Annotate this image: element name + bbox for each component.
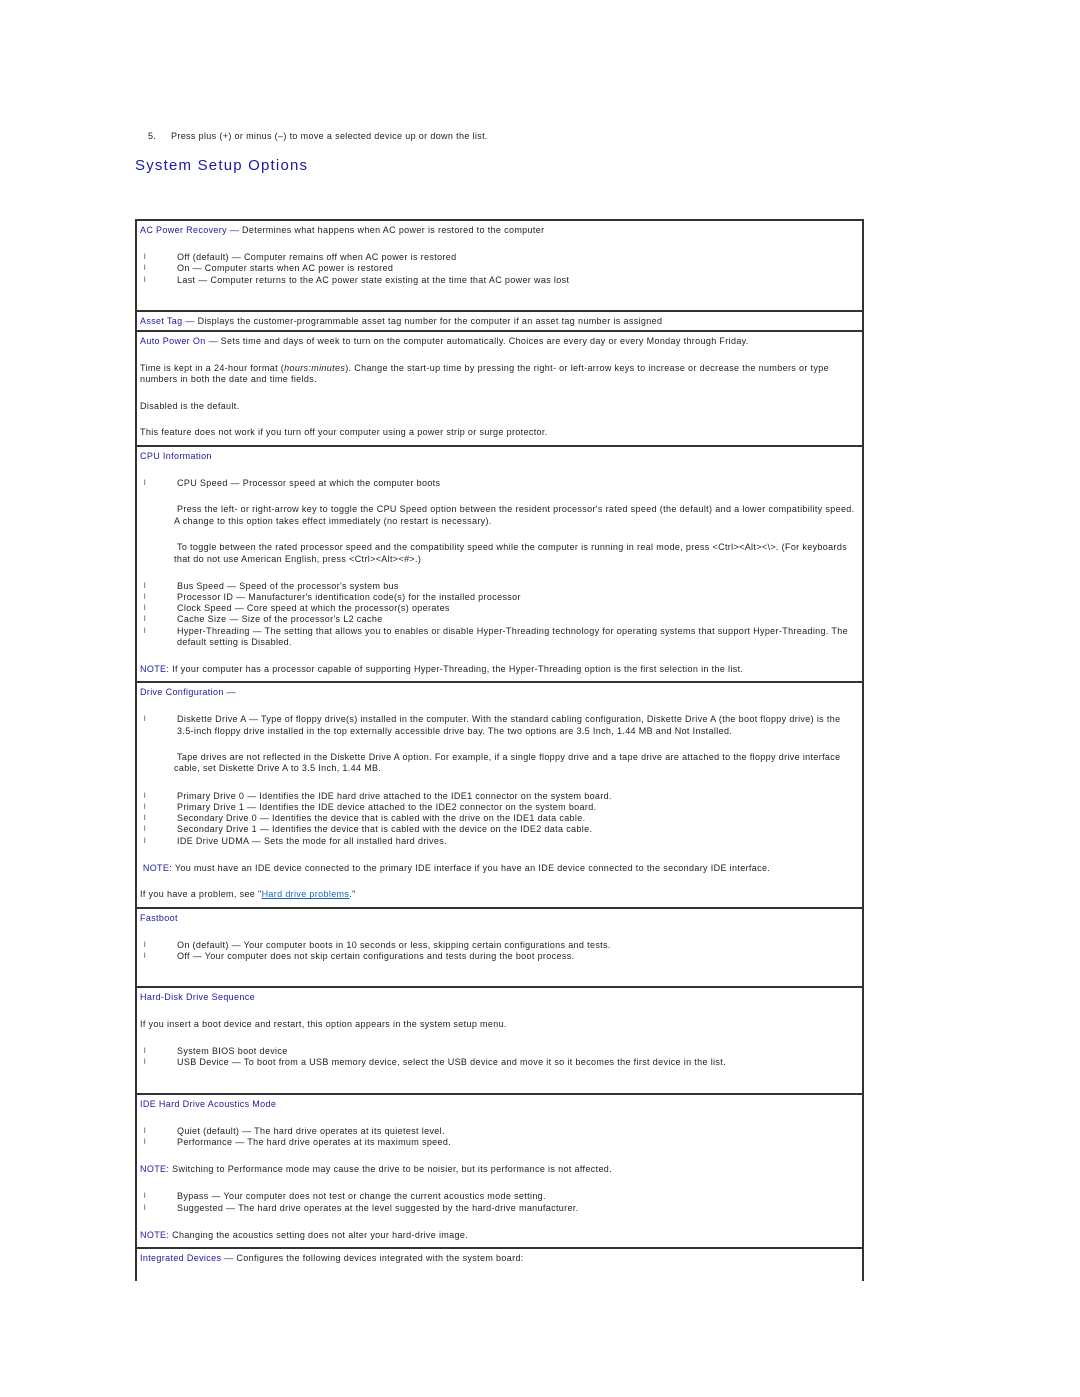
list-item: l Cache Size — Size of the processor's L2… — [144, 614, 383, 625]
note: NOTE: If your computer has a processor c… — [140, 663, 744, 674]
list-item: l Primary Drive 0 — Identifies the IDE ha… — [144, 790, 612, 801]
option-row-hdd-sequence: Hard-Disk Drive Sequence If you insert a… — [135, 986, 864, 1095]
bullet-icon: l — [144, 826, 146, 834]
bullet-icon: l — [144, 582, 146, 590]
paragraph: Tape drives are not reflected in the Dis… — [174, 752, 841, 774]
paragraph: Time is kept in a 24-hour format (hours:… — [140, 362, 829, 384]
option-values-list: l Bus Speed — Speed of the processor's sy… — [140, 581, 859, 648]
paragraph: If you insert a boot device and restart,… — [140, 1018, 507, 1029]
list-item: l Performance — The hard drive operates a… — [144, 1136, 452, 1147]
bullet-icon: l — [144, 1138, 146, 1146]
list-item: l On (default) — Your computer boots in 1… — [144, 939, 611, 950]
option-row-integrated-devices: Integrated Devices — Configures the foll… — [135, 1246, 864, 1281]
list-item: l Secondary Drive 1 — Identifies the devi… — [144, 824, 593, 835]
bullet-icon: l — [144, 627, 146, 635]
option-name: Fastboot — [140, 912, 178, 923]
hard-drive-problems-link[interactable]: Hard drive problems — [262, 889, 350, 899]
bullet-icon: l — [144, 605, 146, 613]
option-row-auto-power-on: Auto Power On — Sets time and days of we… — [135, 330, 864, 447]
list-item: l Last — Computer returns to the AC power… — [144, 274, 570, 285]
bullet-icon: l — [144, 593, 146, 601]
step-number: 5. — [148, 131, 157, 141]
option-values-list: l Quiet (default) — The hard drive operat… — [140, 1126, 859, 1148]
bullet-icon: l — [144, 953, 146, 961]
list-item: l Clock Speed — Core speed at which the p… — [144, 603, 450, 614]
option-row-ac-power-recovery: AC Power Recovery — Determines what happ… — [135, 219, 864, 312]
list-item: l USB Device — To boot from a USB memory … — [144, 1057, 726, 1068]
setup-options-table: AC Power Recovery — Determines what happ… — [135, 219, 864, 1281]
list-item: l Processor ID — Manufacturer's identific… — [144, 591, 521, 602]
list-item: l Hyper-Threading — The setting that allo… — [144, 625, 848, 647]
bullet-icon: l — [144, 803, 146, 811]
list-item: l System BIOS boot device — [144, 1046, 288, 1057]
option-name: IDE Hard Drive Acoustics Mode — [140, 1098, 277, 1109]
option-values-list: l CPU Speed — Processor speed at which th… — [140, 478, 859, 489]
bullet-icon: l — [144, 716, 146, 724]
option-values-list: l On (default) — Your computer boots in 1… — [140, 940, 859, 962]
list-item: l Diskette Drive A — Type of floppy drive… — [144, 714, 841, 736]
option-desc: Sets time and days of week to turn on th… — [220, 336, 749, 347]
option-name: Asset Tag — [140, 315, 183, 326]
option-row-asset-tag: Asset Tag — Displays the customer-progra… — [135, 309, 864, 333]
option-values-list: l Off (default) — Computer remains off wh… — [140, 252, 859, 286]
option-name: CPU Information — [140, 450, 212, 461]
note-label: NOTE: — [140, 1164, 170, 1175]
option-desc: Determines what happens when AC power is… — [242, 225, 545, 235]
bullet-icon: l — [144, 1193, 146, 1201]
list-item: l Bus Speed — Speed of the processor's sy… — [144, 580, 399, 591]
note-label: NOTE: — [142, 862, 173, 873]
note-label: NOTE: — [140, 663, 170, 674]
bullet-icon: l — [144, 276, 146, 284]
list-item: l Bypass — Your computer does not test or… — [144, 1191, 546, 1202]
option-values-list: l System BIOS boot device l USB Device — T… — [140, 1046, 859, 1068]
bullet-icon: l — [144, 1204, 146, 1212]
bullet-icon: l — [144, 792, 146, 800]
page-title: System Setup Options — [135, 157, 309, 174]
list-item: l Off (default) — Computer remains off wh… — [144, 252, 457, 263]
step-text: Press plus (+) or minus (–) to move a se… — [171, 131, 488, 141]
option-name: AC Power Recovery — [140, 225, 227, 235]
paragraph: If you have a problem, see "Hard drive p… — [140, 889, 356, 900]
step-5: 5. Press plus (+) or minus (–) to move a … — [148, 131, 488, 141]
option-desc: Configures the following devices integra… — [236, 1252, 524, 1263]
paragraph: This feature does not work if you turn o… — [140, 427, 548, 438]
list-item: l Primary Drive 1 — Identifies the IDE de… — [144, 801, 597, 812]
bullet-icon: l — [144, 1048, 146, 1056]
note: NOTE: Changing the acoustics setting doe… — [140, 1229, 469, 1240]
list-item: l Secondary Drive 0 — Identifies the devi… — [144, 813, 586, 824]
list-item: l On — Computer starts when AC power is r… — [144, 263, 394, 274]
option-name: Auto Power On — [140, 336, 206, 347]
option-name: Integrated Devices — [140, 1252, 222, 1263]
bullet-icon: l — [144, 941, 146, 949]
bullet-icon: l — [144, 616, 146, 624]
option-name: Drive Configuration — [140, 687, 224, 698]
paragraph: Press the left- or right-arrow key to to… — [174, 504, 855, 526]
bullet-icon: l — [144, 815, 146, 823]
note: NOTE: You must have an IDE device connec… — [142, 862, 771, 873]
option-row-drive-configuration: Drive Configuration — l Diskette Drive A … — [135, 681, 864, 909]
option-desc: Displays the customer-programmable asset… — [197, 315, 663, 326]
paragraph: To toggle between the rated processor sp… — [174, 542, 848, 564]
list-item: l Quiet (default) — The hard drive operat… — [144, 1125, 445, 1136]
note-label: NOTE: — [140, 1229, 170, 1240]
bullet-icon: l — [144, 1127, 146, 1135]
note: NOTE: Switching to Performance mode may … — [140, 1164, 613, 1175]
option-values-list: l Diskette Drive A — Type of floppy drive… — [140, 714, 859, 736]
option-values-list: l Primary Drive 0 — Identifies the IDE ha… — [140, 791, 859, 847]
bullet-icon: l — [144, 479, 146, 487]
list-item: l CPU Speed — Processor speed at which th… — [144, 477, 441, 488]
bullet-icon: l — [144, 1059, 146, 1067]
option-row-fastboot: Fastboot l On (default) — Your computer b… — [135, 906, 864, 989]
option-row-cpu-information: CPU Information l CPU Speed — Processor s… — [135, 444, 864, 684]
option-values-list: l Bypass — Your computer does not test or… — [140, 1191, 859, 1213]
bullet-icon: l — [144, 837, 146, 845]
list-item: l Suggested — The hard drive operates at … — [144, 1202, 579, 1213]
list-item: l Off — Your computer does not skip certa… — [144, 951, 575, 962]
option-name: Hard-Disk Drive Sequence — [140, 992, 255, 1003]
list-item: l IDE Drive UDMA — Sets the mode for all … — [144, 835, 447, 846]
option-row-ide-acoustics: IDE Hard Drive Acoustics Mode l Quiet (de… — [135, 1092, 864, 1249]
bullet-icon: l — [144, 265, 146, 273]
bullet-icon: l — [144, 254, 146, 262]
paragraph: Disabled is the default. — [140, 400, 240, 411]
